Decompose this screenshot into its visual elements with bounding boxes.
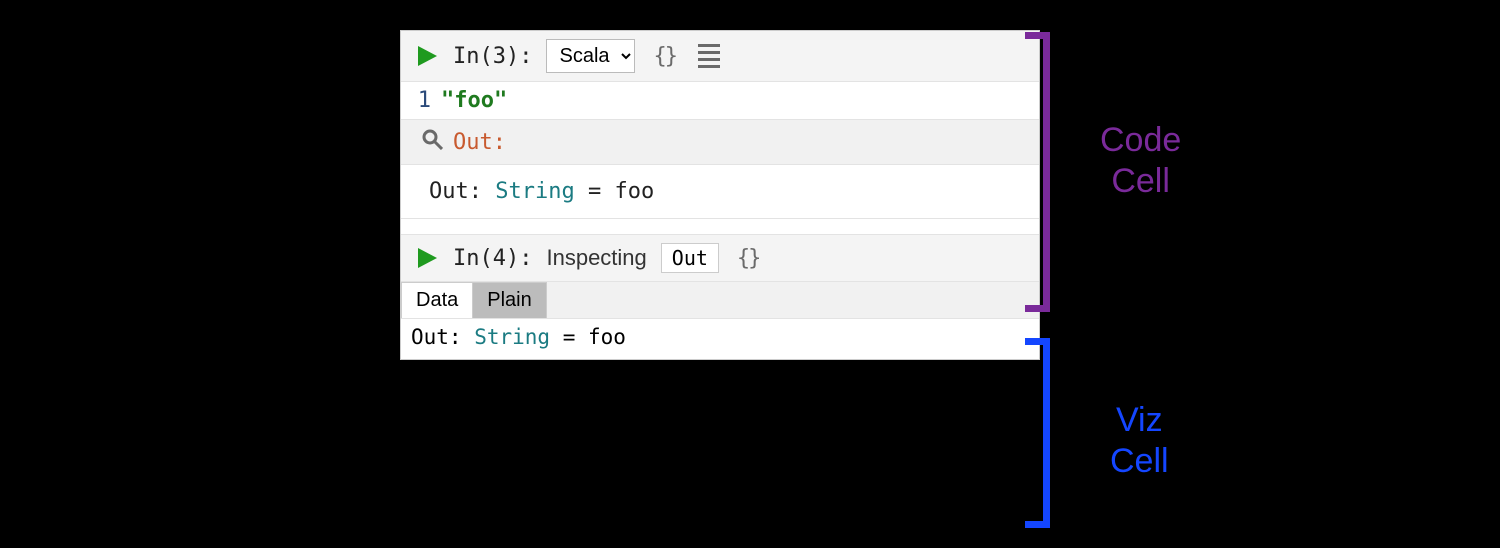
viz-cell-header: In(4): Inspecting Out {} [401,234,1039,282]
viz-cell-annotation: Viz Cell [1110,400,1169,482]
braces-icon[interactable]: {} [733,246,764,271]
run-icon[interactable] [415,44,439,68]
notebook-canvas: In(3): Scala {} 1 "foo" Out: Out: String… [400,30,1040,360]
repr-tabs: Data Plain [401,282,1039,319]
repr-tabs-annotation: Repr Tabs [750,438,1042,477]
cell-spacer [401,218,1039,234]
viz-cell-output: Out: String = foo [401,319,1039,359]
line-number: 1 [401,88,441,113]
inspecting-label: Inspecting [546,245,646,271]
code-editor[interactable]: 1 "foo" [401,82,1039,120]
in-label: In(4): [453,246,532,271]
arrow-icon [325,480,405,520]
menu-icon[interactable] [694,40,724,72]
search-icon[interactable] [421,128,443,156]
code-cell-annotation: Code Cell [1100,120,1181,202]
braces-icon[interactable]: {} [649,44,680,69]
code-cell-bracket [1043,32,1050,312]
arrow-icon [325,258,405,298]
inspect-target[interactable]: Out [661,243,719,273]
run-icon[interactable] [415,246,439,270]
in-label: In(3): [453,44,532,69]
code-cell-output: Out: String = foo [401,165,1039,218]
out-label: Out: [453,130,506,155]
out-bar: Out: [401,120,1039,165]
language-select[interactable]: Scala [546,39,635,73]
viz-cell-bracket [1043,338,1050,528]
arrow-icon [325,190,405,240]
code-cell-header: In(3): Scala {} [401,31,1039,82]
tab-plain[interactable]: Plain [473,282,546,318]
code-text: "foo" [441,88,507,113]
tab-data[interactable]: Data [401,282,473,318]
arrow-left-icon [750,457,880,459]
